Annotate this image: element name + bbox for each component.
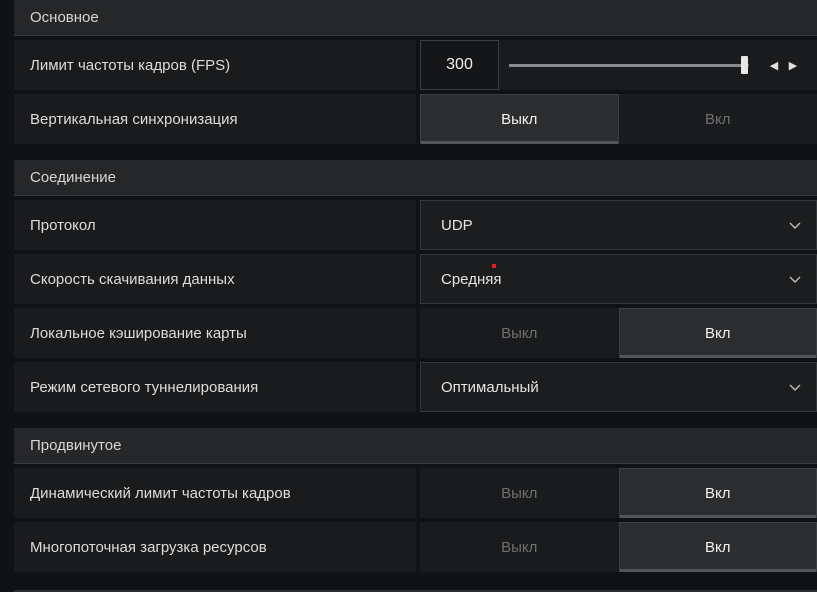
chevron-down-icon xyxy=(789,384,801,391)
download-speed-dropdown[interactable]: Средняя xyxy=(420,254,817,304)
section-title: Основное xyxy=(30,9,99,26)
setting-row-dynamic-fps: Динамический лимит частоты кадров Выкл В… xyxy=(14,468,817,518)
multithread-load-off-button[interactable]: Выкл xyxy=(420,522,619,572)
setting-label: Лимит частоты кадров (FPS) xyxy=(14,40,416,90)
setting-label: Режим сетевого туннелирования xyxy=(14,362,416,412)
multithread-load-toggle-group: Выкл Вкл xyxy=(420,522,817,572)
dropdown-value: Средняя xyxy=(441,270,502,288)
fps-slider-area: ◀ ▶ xyxy=(499,40,817,90)
fps-value-input[interactable]: 300 xyxy=(420,40,499,90)
setting-label: Скорость скачивания данных xyxy=(14,254,416,304)
section-header-connection: Соединение xyxy=(14,160,817,196)
vsync-off-button[interactable]: Выкл xyxy=(420,94,619,144)
protocol-dropdown[interactable]: UDP xyxy=(420,200,817,250)
tunneling-dropdown[interactable]: Оптимальный xyxy=(420,362,817,412)
setting-label: Локальное кэширование карты xyxy=(14,308,416,358)
chevron-down-icon xyxy=(789,276,801,283)
dynamic-fps-off-button[interactable]: Выкл xyxy=(420,468,619,518)
fps-slider-thumb[interactable] xyxy=(741,56,749,74)
map-cache-on-button[interactable]: Вкл xyxy=(618,308,817,358)
setting-label: Многопоточная загрузка ресурсов xyxy=(14,522,416,572)
setting-row-vsync: Вертикальная синхронизация Выкл Вкл xyxy=(14,94,817,144)
section-title: Продвинутое xyxy=(30,437,122,454)
cursor-dot xyxy=(492,264,496,268)
arrow-right-icon[interactable]: ▶ xyxy=(786,56,800,74)
download-speed-control: Средняя xyxy=(420,254,817,304)
dynamic-fps-on-button[interactable]: Вкл xyxy=(618,468,817,518)
setting-label: Динамический лимит частоты кадров xyxy=(14,468,416,518)
vsync-toggle-group: Выкл Вкл xyxy=(420,94,817,144)
map-cache-off-button[interactable]: Выкл xyxy=(420,308,619,358)
setting-label: Протокол xyxy=(14,200,416,250)
dynamic-fps-toggle-group: Выкл Вкл xyxy=(420,468,817,518)
tunneling-control: Оптимальный xyxy=(420,362,817,412)
setting-row-download-speed: Скорость скачивания данных Средняя xyxy=(14,254,817,304)
section-header-advanced: Продвинутое xyxy=(14,428,817,464)
setting-label: Вертикальная синхронизация xyxy=(14,94,416,144)
setting-row-map-cache: Локальное кэширование карты Выкл Вкл xyxy=(14,308,817,358)
setting-row-tunneling: Режим сетевого туннелирования Оптимальны… xyxy=(14,362,817,412)
dropdown-value: Оптимальный xyxy=(441,378,539,396)
section-title: Соединение xyxy=(30,169,116,186)
fps-control: 300 ◀ ▶ xyxy=(420,40,817,90)
protocol-control: UDP xyxy=(420,200,817,250)
arrow-left-icon[interactable]: ◀ xyxy=(767,56,781,74)
vsync-on-button[interactable]: Вкл xyxy=(618,94,817,144)
setting-row-multithread-load: Многопоточная загрузка ресурсов Выкл Вкл xyxy=(14,522,817,572)
multithread-load-on-button[interactable]: Вкл xyxy=(618,522,817,572)
fps-slider-fill xyxy=(509,64,745,67)
chevron-down-icon xyxy=(789,222,801,229)
dropdown-value: UDP xyxy=(441,216,473,234)
section-header-basic: Основное xyxy=(14,0,817,36)
setting-row-protocol: Протокол UDP xyxy=(14,200,817,250)
setting-row-fps-limit: Лимит частоты кадров (FPS) 300 ◀ ▶ xyxy=(14,40,817,90)
settings-panel: Основное Лимит частоты кадров (FPS) 300 … xyxy=(14,0,817,572)
map-cache-toggle-group: Выкл Вкл xyxy=(420,308,817,358)
fps-slider-track[interactable] xyxy=(509,64,749,67)
